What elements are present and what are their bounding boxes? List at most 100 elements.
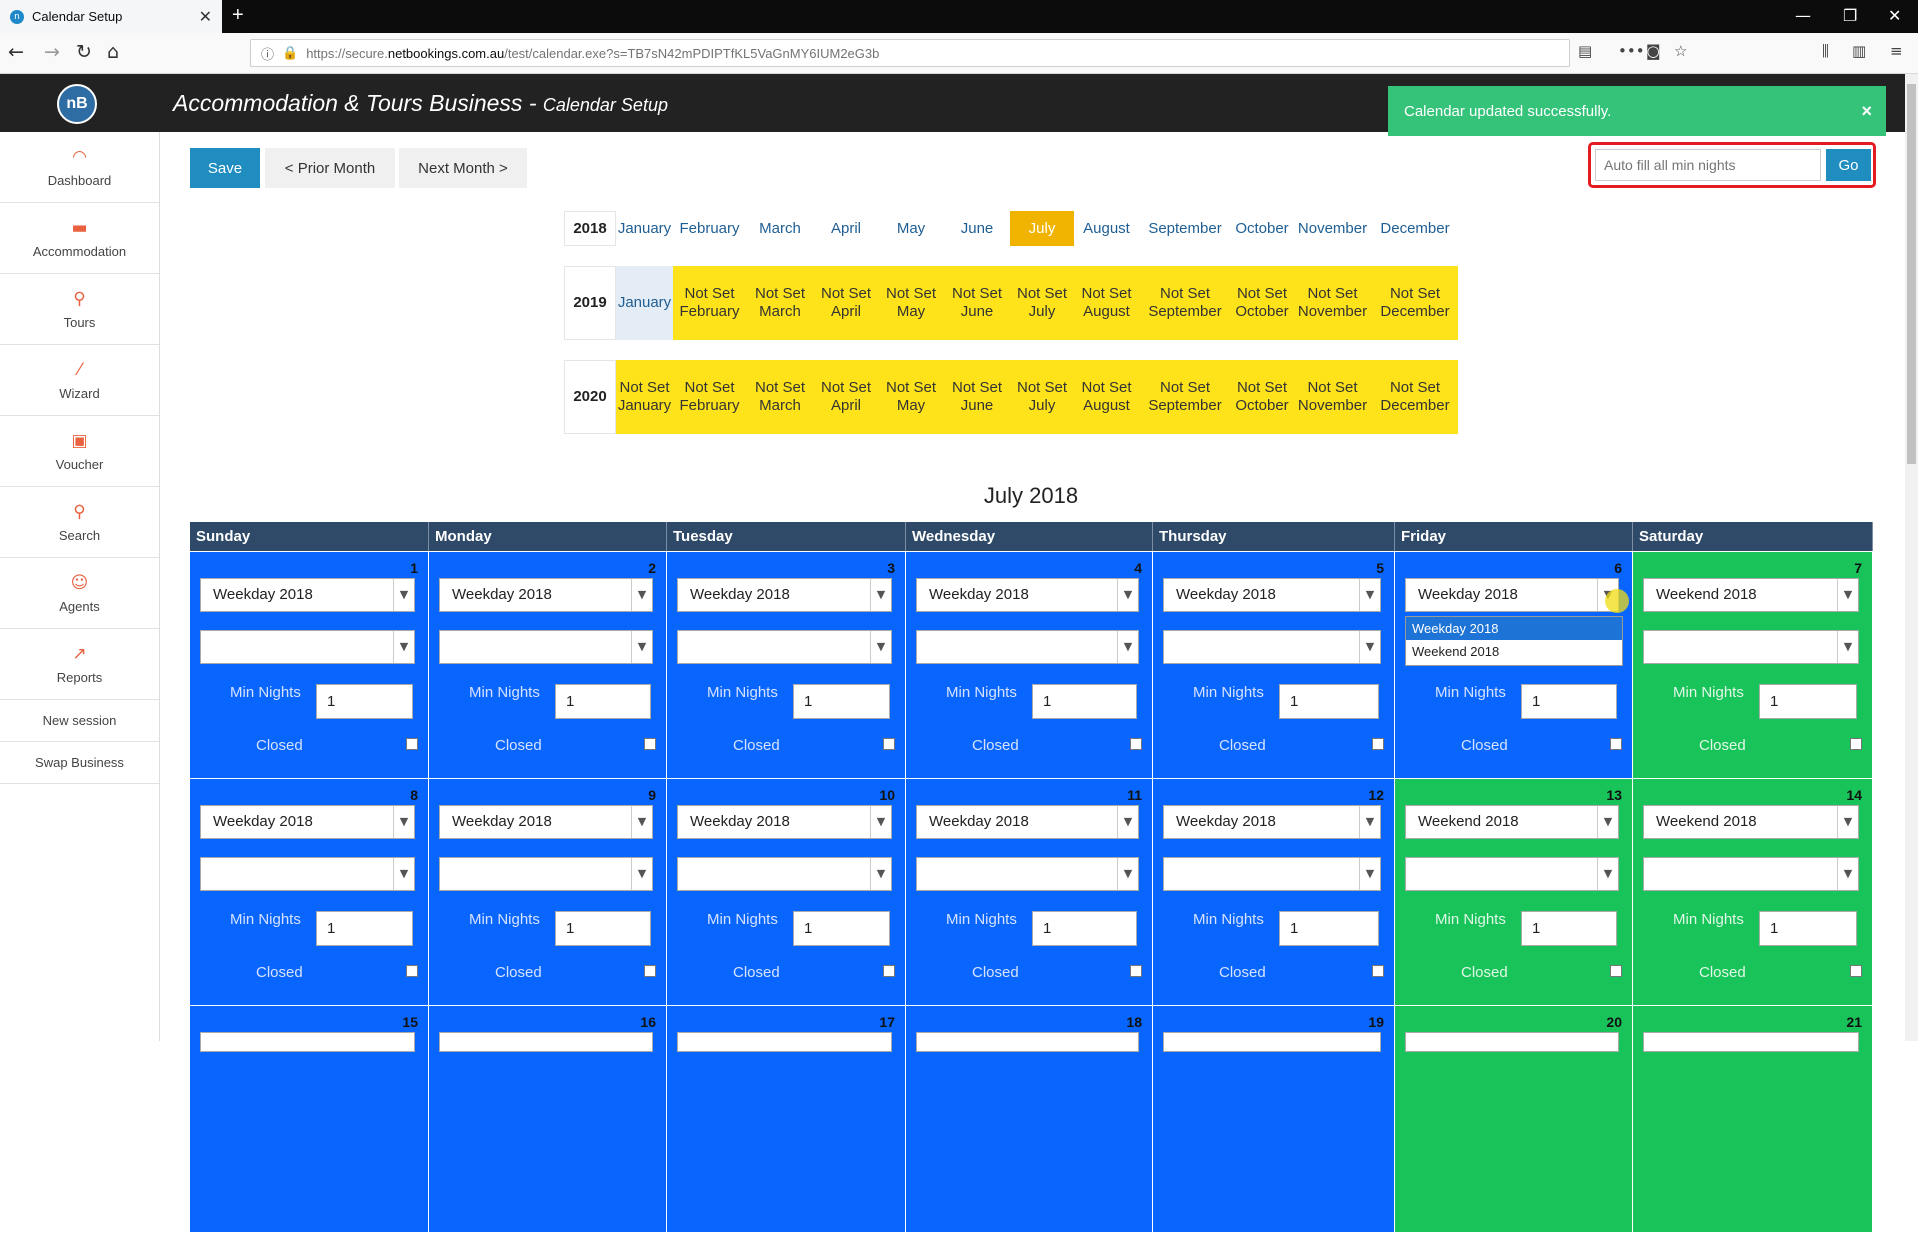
- sidebar-item-reports[interactable]: ↗ Reports: [0, 629, 159, 700]
- month-cell[interactable]: Not Set November: [1293, 360, 1372, 434]
- closed-checkbox[interactable]: [1610, 965, 1622, 977]
- reload-icon[interactable]: ↻: [76, 41, 92, 63]
- month-cell[interactable]: March: [746, 211, 814, 246]
- scrollbar[interactable]: [1905, 74, 1918, 1041]
- month-cell[interactable]: Not Set October: [1231, 360, 1293, 434]
- month-cell[interactable]: Not Set August: [1074, 360, 1139, 434]
- month-cell[interactable]: Not Set March: [746, 266, 814, 340]
- sidebar-item-voucher[interactable]: ▣ Voucher: [0, 416, 159, 487]
- month-cell[interactable]: Not Set February: [673, 266, 746, 340]
- secondary-rate-select[interactable]: ▼: [200, 857, 415, 891]
- month-cell[interactable]: June: [944, 211, 1010, 246]
- rate-dropdown-list[interactable]: Weekday 2018 Weekend 2018: [1405, 616, 1623, 666]
- rate-select[interactable]: Weekday 2018▼: [916, 805, 1139, 839]
- autofill-min-nights-input[interactable]: [1595, 149, 1821, 181]
- month-cell[interactable]: Not Set November: [1293, 266, 1372, 340]
- app-logo[interactable]: nB: [57, 84, 97, 124]
- dropdown-option[interactable]: Weekday 2018: [1406, 617, 1622, 640]
- rate-select[interactable]: [439, 1032, 653, 1052]
- month-cell[interactable]: Not Set August: [1074, 266, 1139, 340]
- month-cell[interactable]: February: [673, 211, 746, 246]
- closed-checkbox[interactable]: [1130, 965, 1142, 977]
- min-nights-input[interactable]: 1: [1032, 684, 1137, 719]
- rate-select[interactable]: Weekday 2018▼: [200, 805, 415, 839]
- pocket-icon[interactable]: ◙: [1646, 42, 1661, 60]
- more-actions-icon[interactable]: •••: [1618, 42, 1645, 60]
- min-nights-input[interactable]: 1: [1032, 911, 1137, 946]
- restore-icon[interactable]: ❐: [1843, 6, 1857, 25]
- rate-select[interactable]: Weekday 2018▼: [677, 578, 892, 612]
- secondary-rate-select[interactable]: ▼: [677, 630, 892, 664]
- rate-select[interactable]: Weekday 2018▼: [1163, 578, 1381, 612]
- secondary-rate-select[interactable]: ▼: [439, 857, 653, 891]
- month-cell[interactable]: August: [1074, 211, 1139, 246]
- month-cell[interactable]: Not Set June: [944, 266, 1010, 340]
- month-cell[interactable]: October: [1231, 211, 1293, 246]
- home-icon[interactable]: ⌂: [107, 41, 119, 63]
- rate-select[interactable]: [677, 1032, 892, 1052]
- closed-checkbox[interactable]: [1610, 738, 1622, 750]
- month-cell[interactable]: Not Set December: [1372, 266, 1458, 340]
- rate-select[interactable]: Weekday 2018▼: [677, 805, 892, 839]
- rate-select[interactable]: Weekday 2018▼: [439, 578, 653, 612]
- prior-month-button[interactable]: < Prior Month: [265, 148, 395, 188]
- min-nights-input[interactable]: 1: [555, 911, 651, 946]
- forward-icon[interactable]: →: [44, 41, 60, 63]
- secondary-rate-select[interactable]: ▼: [1405, 857, 1619, 891]
- min-nights-input[interactable]: 1: [1759, 684, 1857, 719]
- closed-checkbox[interactable]: [644, 738, 656, 750]
- rate-select[interactable]: Weekend 2018 ▼: [1643, 578, 1859, 612]
- sidebar-item-tours[interactable]: ⚲ Tours: [0, 274, 159, 345]
- closed-checkbox[interactable]: [1850, 738, 1862, 750]
- secondary-rate-select[interactable]: ▼: [916, 857, 1139, 891]
- month-cell[interactable]: Not Set April: [814, 360, 878, 434]
- secondary-rate-select[interactable]: ▼: [1643, 630, 1859, 664]
- min-nights-input[interactable]: 1: [316, 684, 413, 719]
- rate-select[interactable]: Weekday 2018▼: [439, 805, 653, 839]
- secondary-rate-select[interactable]: ▼: [677, 857, 892, 891]
- toast-close-icon[interactable]: ×: [1861, 101, 1872, 122]
- closed-checkbox[interactable]: [1130, 738, 1142, 750]
- minimize-icon[interactable]: —: [1795, 6, 1811, 25]
- sidebar-item-accommodation[interactable]: ▬ Accommodation: [0, 203, 159, 274]
- back-icon[interactable]: ←: [8, 41, 24, 63]
- month-cell[interactable]: July: [1010, 211, 1074, 246]
- sidebar-toggle-icon[interactable]: ▥: [1852, 42, 1866, 60]
- secondary-rate-select[interactable]: ▼: [916, 630, 1139, 664]
- rate-select[interactable]: Weekday 2018▼: [1163, 805, 1381, 839]
- browser-tab[interactable]: n Calendar Setup ✕: [0, 0, 222, 33]
- rate-select[interactable]: [1163, 1032, 1381, 1052]
- library-icon[interactable]: ⫼: [1822, 42, 1829, 60]
- month-cell[interactable]: November: [1293, 211, 1372, 246]
- sidebar-item-agents[interactable]: ☺ Agents: [0, 558, 159, 629]
- sidebar-item-wizard[interactable]: ⁄ Wizard: [0, 345, 159, 416]
- bookmark-star-icon[interactable]: ☆: [1674, 42, 1687, 60]
- closed-checkbox[interactable]: [406, 965, 418, 977]
- rate-select[interactable]: Weekday 2018▼: [200, 578, 415, 612]
- rate-select[interactable]: Weekend 2018 ▼: [1643, 805, 1859, 839]
- tab-close-icon[interactable]: ✕: [199, 7, 212, 27]
- scrollbar-thumb[interactable]: [1907, 84, 1916, 464]
- min-nights-input[interactable]: 1: [1279, 684, 1379, 719]
- rate-select[interactable]: Weekday 2018▼: [916, 578, 1139, 612]
- dropdown-option[interactable]: Weekend 2018: [1406, 640, 1622, 663]
- month-cell[interactable]: January: [616, 266, 673, 340]
- closed-checkbox[interactable]: [883, 738, 895, 750]
- window-close-icon[interactable]: ✕: [1888, 6, 1901, 25]
- month-cell[interactable]: Not Set July: [1010, 360, 1074, 434]
- month-cell[interactable]: May: [878, 211, 944, 246]
- month-cell[interactable]: Not Set September: [1139, 266, 1231, 340]
- menu-icon[interactable]: ≡: [1890, 42, 1903, 60]
- next-month-button[interactable]: Next Month >: [399, 148, 527, 188]
- secondary-rate-select[interactable]: ▼: [1163, 630, 1381, 664]
- rate-select[interactable]: [916, 1032, 1139, 1052]
- rate-select[interactable]: Weekend 2018 ▼: [1405, 805, 1619, 839]
- month-cell[interactable]: Not Set April: [814, 266, 878, 340]
- month-cell[interactable]: Not Set September: [1139, 360, 1231, 434]
- new-tab-icon[interactable]: +: [232, 4, 244, 27]
- save-button[interactable]: Save: [190, 148, 260, 188]
- min-nights-input[interactable]: 1: [1279, 911, 1379, 946]
- month-cell[interactable]: April: [814, 211, 878, 246]
- min-nights-input[interactable]: 1: [1521, 684, 1617, 719]
- month-cell[interactable]: Not Set June: [944, 360, 1010, 434]
